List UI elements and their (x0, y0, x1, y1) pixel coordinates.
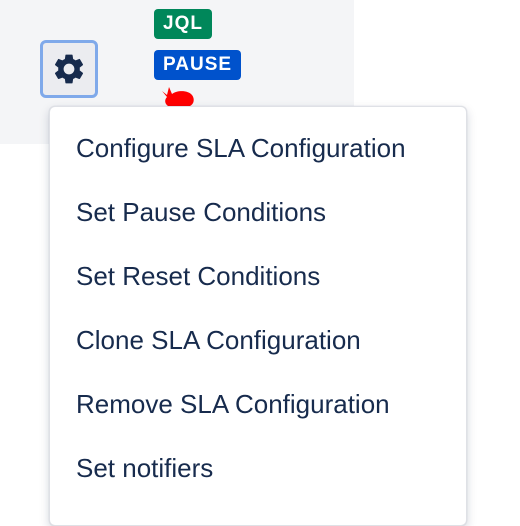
menu-item-remove-sla[interactable]: Remove SLA Configuration (50, 372, 466, 436)
menu-item-set-notifiers[interactable]: Set notifiers (50, 436, 466, 500)
settings-menu-button[interactable] (40, 40, 98, 98)
menu-item-set-pause-conditions[interactable]: Set Pause Conditions (50, 180, 466, 244)
settings-dropdown-menu: Configure SLA Configuration Set Pause Co… (49, 106, 467, 526)
jql-badge: JQL (154, 9, 212, 39)
red-reset-icon (162, 87, 194, 106)
gear-icon (54, 54, 84, 84)
menu-item-clone-sla[interactable]: Clone SLA Configuration (50, 308, 466, 372)
menu-item-set-reset-conditions[interactable]: Set Reset Conditions (50, 244, 466, 308)
pause-badge: PAUSE (154, 50, 242, 80)
menu-item-configure-sla[interactable]: Configure SLA Configuration (50, 116, 466, 180)
